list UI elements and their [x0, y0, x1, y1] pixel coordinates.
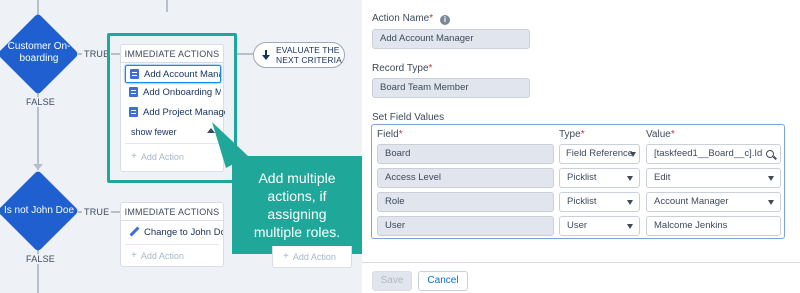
- evaluate-next-criteria-button[interactable]: EVALUATE THE NEXT CRITERIA: [253, 42, 345, 68]
- criteria-label: Is not John Doe: [3, 205, 75, 216]
- info-icon[interactable]: i: [439, 15, 450, 25]
- field-input[interactable]: Role: [377, 192, 554, 212]
- type-select[interactable]: Field Reference: [559, 144, 640, 164]
- search-icon[interactable]: [766, 150, 774, 158]
- plus-icon: +: [283, 251, 289, 262]
- column-header-type: Type*: [559, 129, 585, 140]
- value-select[interactable]: Account Manager: [646, 192, 781, 212]
- true-label: TRUE: [82, 207, 112, 217]
- type-select[interactable]: User: [559, 216, 640, 236]
- add-action-button[interactable]: + Add Action: [283, 251, 336, 262]
- pencil-icon: [129, 227, 139, 237]
- caret-down-icon: [627, 176, 633, 181]
- caret-down-icon: [630, 152, 636, 157]
- action-form-panel: Action Name* i Add Account Manager Recor…: [362, 0, 800, 293]
- plus-icon: +: [131, 250, 137, 261]
- false-label: FALSE: [26, 97, 56, 107]
- save-button[interactable]: Save: [372, 271, 412, 291]
- immediate-actions-card: + Add Action: [272, 246, 352, 268]
- caret-down-icon: [768, 200, 774, 205]
- footer-divider: [362, 262, 800, 263]
- field-values-table: Field* Type* Value* Board Field Referenc…: [371, 124, 785, 239]
- caret-down-icon: [768, 176, 774, 181]
- action-item-label: Change to John Doe: [144, 226, 223, 238]
- callout-tooltip: Add multiple actions, if assigning multi…: [232, 156, 362, 254]
- flow-line: [237, 53, 253, 55]
- criteria-label: Customer On-boarding: [7, 41, 71, 64]
- column-header-field: Field*: [377, 129, 403, 140]
- cancel-button[interactable]: Cancel: [418, 271, 468, 291]
- field-input[interactable]: Access Level: [377, 168, 554, 188]
- caret-down-icon: [627, 224, 633, 229]
- immediate-actions-card: IMMEDIATE ACTIONS Change to John Doe + A…: [120, 202, 224, 267]
- action-name-label: Action Name* i: [372, 13, 450, 25]
- evaluate-next-criteria-label: EVALUATE THE NEXT CRITERIA: [276, 45, 342, 65]
- type-select[interactable]: Picklist: [559, 168, 640, 188]
- flow-line: [166, 0, 168, 12]
- column-header-value: Value*: [646, 129, 675, 140]
- value-input[interactable]: Malcome Jenkins: [646, 216, 781, 236]
- action-item[interactable]: Change to John Doe: [125, 223, 223, 241]
- false-label: FALSE: [26, 254, 56, 264]
- process-builder-canvas: Customer On-boarding TRUE FALSE IMMEDIAT…: [0, 0, 362, 293]
- arrow-down-icon: [262, 50, 270, 60]
- record-type-input[interactable]: Board Team Member: [372, 78, 530, 98]
- field-input[interactable]: User: [377, 216, 554, 236]
- set-field-values-label: Set Field Values: [372, 112, 445, 123]
- flow-arrow: [33, 164, 43, 170]
- value-select[interactable]: Edit: [646, 168, 781, 188]
- immediate-actions-header: IMMEDIATE ACTIONS: [121, 203, 223, 221]
- add-action-button[interactable]: + Add Action: [131, 250, 184, 261]
- type-select[interactable]: Picklist: [559, 192, 640, 212]
- action-name-input[interactable]: Add Account Manager: [372, 29, 530, 49]
- record-type-label: Record Type*: [372, 63, 433, 74]
- caret-down-icon: [627, 200, 633, 205]
- divider: [125, 244, 219, 245]
- field-input[interactable]: Board: [377, 144, 554, 164]
- value-lookup-input[interactable]: [taskfeed1__Board__c].Id: [646, 144, 781, 164]
